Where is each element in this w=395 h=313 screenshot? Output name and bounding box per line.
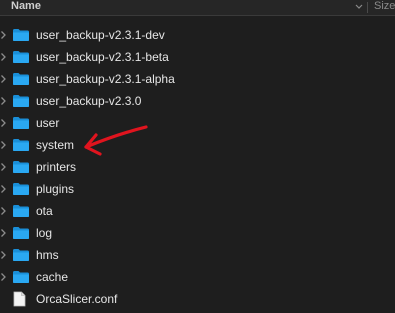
list-item[interactable]: plugins: [0, 178, 395, 200]
folder-icon: [13, 161, 29, 173]
chevron-right-icon[interactable]: [0, 162, 7, 172]
chevron-right-icon[interactable]: [0, 74, 7, 84]
list-item[interactable]: user_backup-v2.3.1-dev: [0, 24, 395, 46]
size-column-header[interactable]: Size: [374, 0, 395, 13]
chevron-right-icon[interactable]: [0, 272, 7, 282]
list-item[interactable]: system: [0, 134, 395, 156]
item-name: system: [36, 138, 75, 152]
chevron-right-icon[interactable]: [0, 118, 7, 128]
list-item[interactable]: user_backup-v2.3.0: [0, 90, 395, 112]
folder-icon: [13, 227, 29, 239]
list-item[interactable]: printers: [0, 156, 395, 178]
chevron-right-icon[interactable]: [0, 250, 7, 260]
chevron-right-icon[interactable]: [0, 96, 7, 106]
item-name: user_backup-v2.3.0: [36, 94, 142, 108]
folder-icon: [13, 51, 29, 63]
item-name: plugins: [36, 182, 75, 196]
folder-icon: [13, 95, 29, 107]
finder-list-view: Name Size user_backup-v2.3.1-dev user_ba…: [0, 0, 395, 313]
item-name: log: [36, 226, 53, 240]
chevron-right-icon[interactable]: [0, 140, 7, 150]
list-item[interactable]: cache: [0, 266, 395, 288]
list-item[interactable]: ota: [0, 200, 395, 222]
name-column-header[interactable]: Name: [11, 0, 41, 13]
folder-icon: [13, 73, 29, 85]
folder-icon: [13, 271, 29, 283]
item-name: OrcaSlicer.conf: [36, 292, 118, 306]
list-item[interactable]: user_backup-v2.3.1-alpha: [0, 68, 395, 90]
column-divider[interactable]: [367, 2, 368, 13]
chevron-down-icon[interactable]: [355, 2, 363, 12]
file-list: user_backup-v2.3.1-dev user_backup-v2.3.…: [0, 24, 395, 310]
item-name: hms: [36, 248, 59, 262]
chevron-right-icon[interactable]: [0, 52, 7, 62]
column-header: Name Size: [0, 0, 395, 16]
item-name: user_backup-v2.3.1-beta: [36, 50, 169, 64]
document-icon: [13, 291, 26, 307]
list-item[interactable]: hms: [0, 244, 395, 266]
folder-icon: [13, 139, 29, 151]
item-name: user_backup-v2.3.1-alpha: [36, 72, 175, 86]
chevron-right-icon[interactable]: [0, 228, 7, 238]
list-item[interactable]: user_backup-v2.3.1-beta: [0, 46, 395, 68]
folder-icon: [13, 183, 29, 195]
item-name: user: [36, 116, 60, 130]
item-name: cache: [36, 270, 69, 284]
list-item[interactable]: OrcaSlicer.conf: [0, 288, 395, 310]
item-name: user_backup-v2.3.1-dev: [36, 28, 165, 42]
folder-icon: [13, 29, 29, 41]
folder-icon: [13, 205, 29, 217]
chevron-right-icon[interactable]: [0, 184, 7, 194]
folder-icon: [13, 117, 29, 129]
item-name: ota: [36, 204, 53, 218]
item-name: printers: [36, 160, 77, 174]
list-item[interactable]: user: [0, 112, 395, 134]
folder-icon: [13, 249, 29, 261]
list-item[interactable]: log: [0, 222, 395, 244]
chevron-right-icon[interactable]: [0, 30, 7, 40]
chevron-right-icon[interactable]: [0, 206, 7, 216]
